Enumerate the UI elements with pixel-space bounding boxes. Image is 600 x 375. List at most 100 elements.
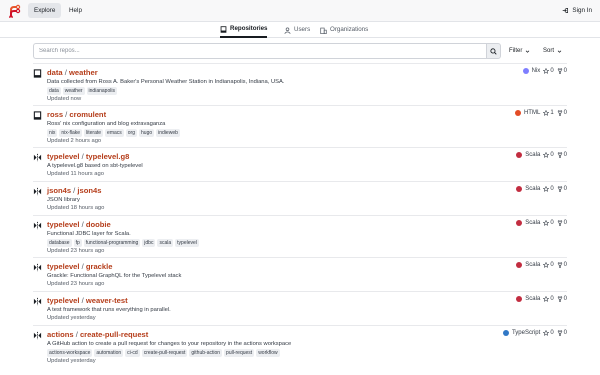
repo-item: json4s / json4s JSON library Updated 18 ho… (33, 186, 567, 212)
language-color-dot (516, 186, 523, 192)
repo-owner-link[interactable]: typelevel (47, 296, 80, 305)
repo-meta: Nix 0 0 (522, 68, 567, 74)
repo-name-link[interactable]: typelevel.g8 (86, 152, 129, 161)
fork-count: 0 (563, 220, 567, 226)
topic-tag[interactable]: ci-cd (125, 349, 140, 357)
repo-forks[interactable]: 0 (557, 296, 567, 302)
repo-updated-time: Updated 23 hours ago (47, 248, 105, 254)
repo-title: typelevel / doobie (47, 220, 111, 229)
repo-name-link[interactable]: doobie (86, 220, 111, 229)
topic-tag[interactable]: automation (94, 349, 124, 357)
tab-repositories[interactable]: Repositories (220, 22, 268, 38)
repo-owner-link[interactable]: typelevel (47, 220, 80, 229)
repo-owner-link[interactable]: actions (47, 330, 74, 339)
repo-topics: data weather indianapolis (47, 87, 117, 95)
sort-dropdown[interactable]: Sort (543, 43, 562, 59)
star-icon (543, 110, 550, 116)
repo-stars[interactable]: 1 (543, 110, 554, 116)
repo-owner-link[interactable]: ross (47, 110, 63, 119)
repo-meta: Scala 0 0 (516, 296, 567, 302)
signin-link[interactable]: Sign In (562, 3, 592, 18)
repo-stars[interactable]: 0 (543, 220, 554, 226)
fork-icon (557, 296, 562, 302)
nav-explore[interactable]: Explore (28, 3, 62, 18)
repo-name-link[interactable]: cromulent (69, 110, 106, 119)
topic-tag[interactable]: scala (157, 239, 174, 247)
topic-tag[interactable]: literate (84, 129, 104, 137)
topic-tag[interactable]: fp (73, 239, 82, 247)
signin-icon (563, 8, 569, 13)
repo-forks[interactable]: 0 (557, 152, 567, 158)
star-count: 1 (550, 110, 554, 116)
forgejo-logo[interactable] (7, 4, 21, 18)
repo-stars[interactable]: 0 (543, 330, 554, 336)
repo-name-link[interactable]: create-pull-request (80, 330, 148, 339)
repo-name-link[interactable]: grackle (86, 262, 113, 271)
topic-tag[interactable]: create-pull-request (141, 349, 188, 357)
repo-owner-link[interactable]: data (47, 68, 63, 77)
tab-label: Organizations (330, 26, 369, 33)
fork-count: 0 (563, 152, 567, 158)
topic-tag[interactable]: indianapolis (86, 87, 117, 95)
topic-tag[interactable]: indieweb (156, 129, 180, 137)
repo-forks[interactable]: 0 (557, 220, 567, 226)
repo-stars[interactable]: 0 (543, 296, 554, 302)
topic-tag[interactable]: typelevel (175, 239, 199, 247)
search-input[interactable] (33, 43, 486, 59)
topic-tag[interactable]: nix-flake (59, 129, 83, 137)
tab-organizations[interactable]: Organizations (320, 22, 368, 38)
repo-stars[interactable]: 0 (543, 186, 554, 192)
repo-forks[interactable]: 0 (557, 110, 567, 116)
topic-tag[interactable]: database (47, 239, 72, 247)
topic-tag[interactable]: weather (62, 87, 85, 95)
topic-tag[interactable]: functional-programming (83, 239, 141, 247)
topic-tag[interactable]: jdbc (142, 239, 156, 247)
star-icon (543, 152, 550, 158)
nav-help[interactable]: Help (63, 3, 88, 18)
repo-name-link[interactable]: weather (69, 68, 98, 77)
search-button[interactable] (486, 43, 501, 59)
topic-tag[interactable]: pull-request (224, 349, 255, 357)
repo-meta: TypeScript 0 0 (502, 330, 567, 336)
tab-label: Users (294, 26, 311, 33)
chevron-down-icon (557, 49, 562, 53)
mirror-icon (33, 221, 42, 230)
topic-tag[interactable]: workflow (256, 349, 280, 357)
topic-tag[interactable]: hugo (139, 129, 155, 137)
topic-tag[interactable]: nix (47, 129, 58, 137)
repo-forks[interactable]: 0 (557, 186, 567, 192)
repo-forks[interactable]: 0 (557, 262, 567, 268)
topic-tag[interactable]: emacs (105, 129, 124, 137)
fork-icon (557, 330, 562, 336)
repo-owner-link[interactable]: json4s (47, 186, 71, 195)
repo-language: Scala (525, 186, 541, 192)
repo-item: typelevel / doobie Functional JDBC layer … (33, 220, 567, 256)
mirror-icon (33, 187, 42, 196)
divider (33, 215, 567, 216)
repo-name-link[interactable]: json4s (77, 186, 101, 195)
repo-name-link[interactable]: weaver-test (86, 296, 128, 305)
topic-tag[interactable]: github-action (189, 349, 223, 357)
repo-description: Data collected from Ross A. Baker's Pers… (47, 79, 285, 85)
filter-dropdown[interactable]: Filter (509, 43, 530, 59)
topic-tag[interactable]: org (125, 129, 138, 137)
user-icon (284, 26, 291, 34)
star-count: 0 (550, 220, 554, 226)
repo-stars[interactable]: 0 (543, 68, 554, 74)
repo-description: A typelevel.g8 based on sbt-typelevel (47, 163, 143, 169)
tab-users[interactable]: Users (284, 22, 310, 38)
repo-language: TypeScript (511, 330, 541, 336)
repo-description: A GitHub action to create a pull request… (47, 341, 292, 347)
repo-stars[interactable]: 0 (543, 152, 554, 158)
repo-owner-link[interactable]: typelevel (47, 152, 80, 161)
repo-title: typelevel / grackle (47, 262, 112, 271)
repo-title: typelevel / typelevel.g8 (47, 152, 129, 161)
topic-tag[interactable]: data (47, 87, 61, 95)
repo-language: Nix (531, 68, 541, 74)
repo-owner-link[interactable]: typelevel (47, 262, 80, 271)
repo-forks[interactable]: 0 (557, 330, 567, 336)
repo-forks[interactable]: 0 (557, 68, 567, 74)
repo-language: Scala (525, 262, 541, 268)
topic-tag[interactable]: actions-workspace (47, 349, 93, 357)
repo-stars[interactable]: 0 (543, 262, 554, 268)
